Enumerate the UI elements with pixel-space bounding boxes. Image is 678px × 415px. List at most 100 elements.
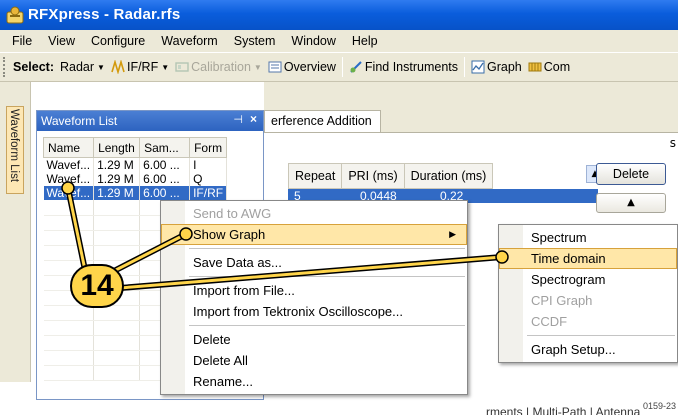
menu-system[interactable]: System [226, 34, 284, 48]
bottom-tab-strip[interactable]: rments | Multi-Path | Antenna [486, 405, 640, 415]
cell-format: IF/RF [189, 186, 228, 200]
tab-interference-addition[interactable]: erference Addition [264, 110, 381, 132]
menu-configure[interactable]: Configure [83, 34, 153, 48]
calibration-label: Calibration [191, 60, 251, 74]
pulse-grid-header: Repeat PRI (ms) Duration (ms) [288, 163, 494, 189]
close-icon[interactable]: × [250, 112, 257, 126]
menu-separator [527, 335, 675, 336]
menu-item-time-domain[interactable]: Time domain [499, 248, 677, 269]
col-format[interactable]: Form [189, 137, 228, 158]
side-tab-waveform-list[interactable]: Waveform List [6, 106, 24, 194]
table-row[interactable]: Wavef... 1.29 M 6.00 ... Q [43, 172, 228, 186]
chevron-down-icon: ▼ [253, 62, 262, 72]
menu-item-ccdf[interactable]: CCDF [499, 311, 677, 332]
toolbar-separator [464, 57, 466, 77]
calibration-icon [175, 62, 189, 72]
col-pri[interactable]: PRI (ms) [342, 163, 405, 189]
table-row[interactable]: Wavef... 1.29 M 6.00 ... I [43, 157, 228, 172]
select-label: Select: [13, 60, 54, 74]
cell-sample: 6.00 ... [139, 186, 191, 200]
overview-button[interactable]: Overview [265, 60, 339, 74]
menu-item-send-to-awg[interactable]: Send to AWG [161, 203, 467, 224]
menu-item-show-graph[interactable]: Show Graph ▶ [161, 224, 467, 245]
com-icon [528, 62, 542, 72]
truncated-label: s [669, 136, 676, 150]
cell-name: Wavef... [43, 172, 95, 186]
ifrf-dropdown[interactable]: IF/RF ▼ [108, 60, 172, 74]
menu-item-rename[interactable]: Rename... [161, 371, 467, 392]
submenu-arrow-icon: ▶ [449, 229, 456, 239]
menu-view[interactable]: View [40, 34, 83, 48]
cell-length: 1.29 M [93, 157, 141, 172]
cell-sample: 6.00 ... [139, 157, 191, 172]
menu-file[interactable]: File [4, 34, 40, 48]
table-header: Name Length Sam... Form [42, 137, 228, 158]
context-menu: Send to AWG Show Graph ▶ Save Data as...… [160, 200, 468, 395]
menu-separator [189, 325, 465, 326]
overview-label: Overview [283, 60, 336, 74]
cell-name: Wavef... [43, 186, 95, 200]
cell-format: Q [189, 172, 228, 186]
menu-item-import-oscilloscope[interactable]: Import from Tektronix Oscilloscope... [161, 301, 467, 322]
graph-label: Graph [487, 60, 522, 74]
arrow-up-icon: ▲ [627, 197, 635, 208]
find-instruments-label: Find Instruments [364, 60, 459, 74]
col-name[interactable]: Name [42, 137, 95, 158]
com-button[interactable]: Com [525, 60, 573, 74]
figure-id: 0159-23 [642, 401, 676, 411]
graph-button[interactable]: Graph [468, 60, 525, 74]
menu-item-delete-all[interactable]: Delete All [161, 350, 467, 371]
table-row-selected[interactable]: Wavef... 1.29 M 6.00 ... IF/RF [43, 186, 228, 200]
menu-item-cpi-graph[interactable]: CPI Graph [499, 290, 677, 311]
rfxpress-app-icon [6, 6, 24, 24]
ifrf-icon [111, 60, 125, 74]
menu-window[interactable]: Window [283, 34, 343, 48]
menu-item-save-data[interactable]: Save Data as... [161, 252, 467, 273]
graph-icon [471, 60, 485, 74]
callout-number: 14 [80, 269, 114, 302]
col-length[interactable]: Length [93, 137, 141, 158]
radar-dropdown[interactable]: Radar ▼ [57, 60, 108, 74]
cell-length: 1.29 M [93, 186, 141, 200]
find-instruments-button[interactable]: Find Instruments [346, 60, 461, 74]
menu-item-spectrum[interactable]: Spectrum [499, 227, 677, 248]
window-title: RFXpress - Radar.rfs [28, 6, 181, 23]
graph-submenu: Spectrum Time domain Spectrogram CPI Gra… [498, 224, 678, 363]
menu-help[interactable]: Help [344, 34, 386, 48]
waveform-list-titlebar: Waveform List ⊣ × [37, 111, 263, 131]
menu-separator [189, 276, 465, 277]
toolbar-separator [341, 57, 343, 77]
toolbar: Select: Radar ▼ IF/RF ▼ Calibration ▼ Overv… [0, 52, 678, 82]
cell-name: Wavef... [43, 157, 95, 172]
side-tab-label: Waveform List [8, 109, 20, 183]
find-instruments-icon [350, 61, 362, 73]
pin-icon[interactable]: ⊣ [233, 113, 243, 126]
overview-icon [268, 61, 282, 73]
menu-bar: File View Configure Waveform System Wind… [0, 30, 678, 52]
radar-label: Radar [60, 60, 95, 74]
cell-length: 1.29 M [93, 172, 141, 186]
menu-item-delete[interactable]: Delete [161, 329, 467, 350]
col-duration[interactable]: Duration (ms) [404, 163, 494, 189]
cell-format: I [189, 157, 228, 172]
title-bar: RFXpress - Radar.rfs [0, 0, 678, 30]
menu-item-graph-setup[interactable]: Graph Setup... [499, 339, 677, 360]
col-repeat[interactable]: Repeat [288, 163, 343, 189]
waveform-list-title: Waveform List [41, 114, 118, 128]
toolbar-grip[interactable] [3, 57, 6, 77]
menu-separator [189, 248, 465, 249]
delete-button[interactable]: Delete [596, 163, 666, 185]
menu-item-spectrogram[interactable]: Spectrogram [499, 269, 677, 290]
menu-item-label: Show Graph [193, 227, 266, 242]
menu-item-import-file[interactable]: Import from File... [161, 280, 467, 301]
chevron-down-icon: ▼ [161, 62, 170, 72]
move-up-button[interactable]: ▲ [596, 193, 666, 213]
com-label: Com [543, 60, 571, 74]
menu-waveform[interactable]: Waveform [153, 34, 226, 48]
chevron-down-icon: ▼ [97, 62, 105, 72]
col-sample[interactable]: Sam... [139, 137, 191, 158]
cell-sample: 6.00 ... [139, 172, 191, 186]
calibration-dropdown[interactable]: Calibration ▼ [172, 60, 265, 74]
side-tab-strip: Waveform List [0, 82, 31, 382]
ifrf-label: IF/RF [126, 60, 159, 74]
